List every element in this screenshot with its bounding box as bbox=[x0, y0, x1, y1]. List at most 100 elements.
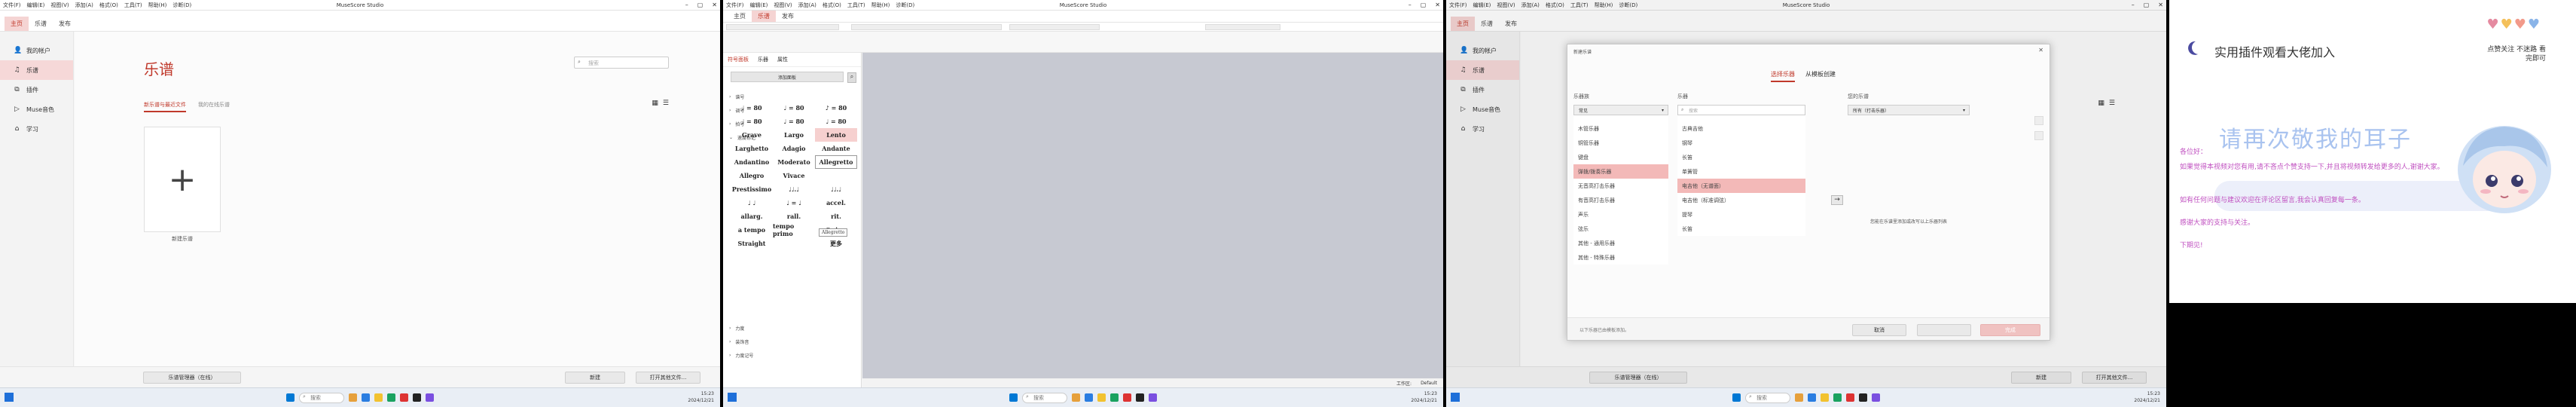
tab-score[interactable]: 乐谱 bbox=[29, 17, 53, 31]
start-icon[interactable] bbox=[286, 393, 295, 402]
taskbar-search[interactable]: 搜索 bbox=[1022, 392, 1067, 403]
tempo-cell[interactable]: ♩ = 80 bbox=[773, 115, 815, 128]
menu-format[interactable]: 格式(O) bbox=[96, 2, 121, 9]
app-icon[interactable] bbox=[1872, 393, 1880, 402]
tempo-cell[interactable]: ♩♩.♩ bbox=[815, 182, 857, 196]
close-icon[interactable]: ✕ bbox=[1435, 2, 1440, 8]
tempo-cell[interactable] bbox=[773, 237, 815, 250]
menu-view[interactable]: 视图(V) bbox=[771, 2, 795, 9]
tab-home[interactable]: 主页 bbox=[5, 17, 29, 31]
sidebar-item-scores[interactable]: ♫ 乐谱 bbox=[0, 60, 73, 80]
browser-icon[interactable] bbox=[1085, 393, 1093, 402]
menu-add[interactable]: 添加(A) bbox=[795, 2, 819, 9]
musescore-icon[interactable] bbox=[1136, 393, 1144, 402]
tempo-cell[interactable]: Larghetto bbox=[731, 142, 773, 155]
family-item[interactable]: 无音高打击乐器 bbox=[1573, 179, 1668, 193]
minimize-icon[interactable]: – bbox=[685, 2, 688, 8]
clock[interactable]: 15:23 2024/12/21 bbox=[2134, 390, 2160, 404]
sidebar-item-account[interactable]: 👤 我的帐户 bbox=[0, 41, 73, 60]
toolbar-group[interactable] bbox=[1009, 24, 1100, 30]
tempo-cell[interactable]: Moderato bbox=[773, 155, 815, 169]
family-select[interactable]: 常见 bbox=[1573, 105, 1668, 115]
open-other-button[interactable]: 打开其他文件... bbox=[636, 372, 700, 384]
menu-edit[interactable]: 编辑(E) bbox=[24, 2, 48, 9]
family-item[interactable]: 声乐 bbox=[1573, 207, 1668, 222]
app-icon[interactable] bbox=[349, 393, 357, 402]
tempo-cell[interactable]: allarg. bbox=[731, 210, 773, 223]
sidebar-item-learn[interactable]: ⌂ 学习 bbox=[0, 119, 73, 139]
tempo-cell[interactable]: accel. bbox=[815, 196, 857, 210]
tempo-cell[interactable]: Straight bbox=[731, 237, 773, 250]
tempo-cell[interactable]: ♩ = 80 bbox=[731, 115, 773, 128]
tab-score[interactable]: 乐谱 bbox=[752, 11, 776, 22]
new-score-card[interactable]: + bbox=[144, 127, 221, 232]
family-item[interactable]: 木管乐器 bbox=[1573, 121, 1668, 136]
widgets-icon[interactable] bbox=[1451, 393, 1460, 402]
tab-publish[interactable]: 发布 bbox=[776, 11, 800, 22]
tab-online[interactable]: 我的在线乐谱 bbox=[198, 101, 230, 112]
app-icon[interactable] bbox=[1149, 393, 1157, 402]
taskbar-search[interactable]: 搜索 bbox=[1745, 392, 1790, 403]
menu-tools[interactable]: 工具(T) bbox=[121, 2, 145, 9]
menu-view[interactable]: 视图(V) bbox=[47, 2, 72, 9]
score-select[interactable]: 所有（打击乐器） bbox=[1848, 105, 1970, 115]
family-item[interactable]: 弦乐 bbox=[1573, 222, 1668, 236]
menu-format[interactable]: 格式(O) bbox=[819, 2, 844, 9]
tempo-cell[interactable]: rit. bbox=[815, 210, 857, 223]
tempo-cell[interactable]: Vivace bbox=[773, 169, 815, 182]
tab-choose-instruments[interactable]: 选择乐器 bbox=[1771, 70, 1795, 82]
list-view-icon[interactable]: ☰ bbox=[663, 99, 669, 107]
close-icon[interactable]: ✕ bbox=[712, 2, 717, 8]
tempo-cell[interactable]: 更多 bbox=[815, 237, 857, 250]
sidebar-item-plugins[interactable]: ⧉ 插件 bbox=[0, 80, 73, 99]
tempo-cell[interactable]: rall. bbox=[773, 210, 815, 223]
tab-publish[interactable]: 发布 bbox=[53, 17, 77, 31]
tempo-cell[interactable]: Prestissimo bbox=[731, 182, 773, 196]
family-item[interactable]: 其他 - 通用乐器 bbox=[1573, 236, 1668, 250]
family-item[interactable]: 键盘 bbox=[1573, 150, 1668, 164]
tempo-cell[interactable]: Largo bbox=[773, 128, 815, 142]
instrument-search[interactable]: 搜索 bbox=[1677, 105, 1805, 115]
folder-icon[interactable] bbox=[1097, 393, 1106, 402]
workspace-value[interactable]: Default bbox=[1421, 381, 1437, 386]
menu-tools[interactable]: 工具(T) bbox=[844, 2, 868, 9]
tempo-cell[interactable]: ♩ = 80 bbox=[815, 115, 857, 128]
folder-icon[interactable] bbox=[374, 393, 383, 402]
instrument-item[interactable]: 长笛 bbox=[1677, 222, 1805, 236]
tempo-cell[interactable]: Andante bbox=[815, 142, 857, 155]
tempo-cell[interactable]: Allegretto bbox=[815, 155, 857, 169]
menu-help[interactable]: 帮助(H) bbox=[868, 2, 893, 9]
musescore-icon[interactable] bbox=[1859, 393, 1867, 402]
minimize-icon[interactable]: – bbox=[1409, 2, 1412, 8]
tempo-cell[interactable]: ♩ = 80 bbox=[773, 101, 815, 115]
start-icon[interactable] bbox=[1732, 393, 1741, 402]
app-icon[interactable] bbox=[1846, 393, 1854, 402]
sidebar-item-musesounds[interactable]: ▷ Muse音色 bbox=[0, 99, 73, 119]
palette-section-dynamics[interactable]: › 力度 bbox=[723, 321, 862, 335]
app-icon[interactable] bbox=[426, 393, 434, 402]
toolbar-group[interactable] bbox=[1205, 24, 1280, 30]
search-icon[interactable]: ⌕ bbox=[847, 72, 856, 83]
menu-diagnostic[interactable]: 诊断(D) bbox=[893, 2, 917, 9]
menu-diagnostic[interactable]: 诊断(D) bbox=[169, 2, 194, 9]
folder-icon[interactable] bbox=[1821, 393, 1829, 402]
cancel-button[interactable]: 取消 bbox=[1852, 324, 1906, 336]
tempo-cell[interactable]: Andantino bbox=[731, 155, 773, 169]
tempo-cell[interactable]: ♪ = 80 bbox=[815, 101, 857, 115]
palette-section-marks[interactable]: › 力度记号 bbox=[723, 348, 862, 362]
widgets-icon[interactable] bbox=[728, 393, 737, 402]
next-button[interactable] bbox=[1917, 324, 1971, 336]
instrument-item[interactable]: 单簧管 bbox=[1677, 164, 1805, 179]
widgets-icon[interactable] bbox=[5, 393, 14, 402]
family-item[interactable]: 弹拨/拨奏乐器 bbox=[1573, 164, 1668, 179]
tempo-cell[interactable] bbox=[815, 169, 857, 182]
instrument-item[interactable]: 钢琴 bbox=[1677, 136, 1805, 150]
grid-view-icon[interactable]: ▦ bbox=[652, 99, 658, 107]
app-icon[interactable] bbox=[1795, 393, 1803, 402]
tempo-cell[interactable]: ♩ ♩ bbox=[731, 196, 773, 210]
app-icon[interactable] bbox=[400, 393, 408, 402]
toolbar-group[interactable] bbox=[851, 24, 1002, 30]
family-item[interactable]: 其他 - 特殊乐器 bbox=[1573, 250, 1668, 265]
app-icon[interactable] bbox=[1833, 393, 1842, 402]
search-input[interactable]: ⌕ 搜索 bbox=[574, 57, 669, 69]
